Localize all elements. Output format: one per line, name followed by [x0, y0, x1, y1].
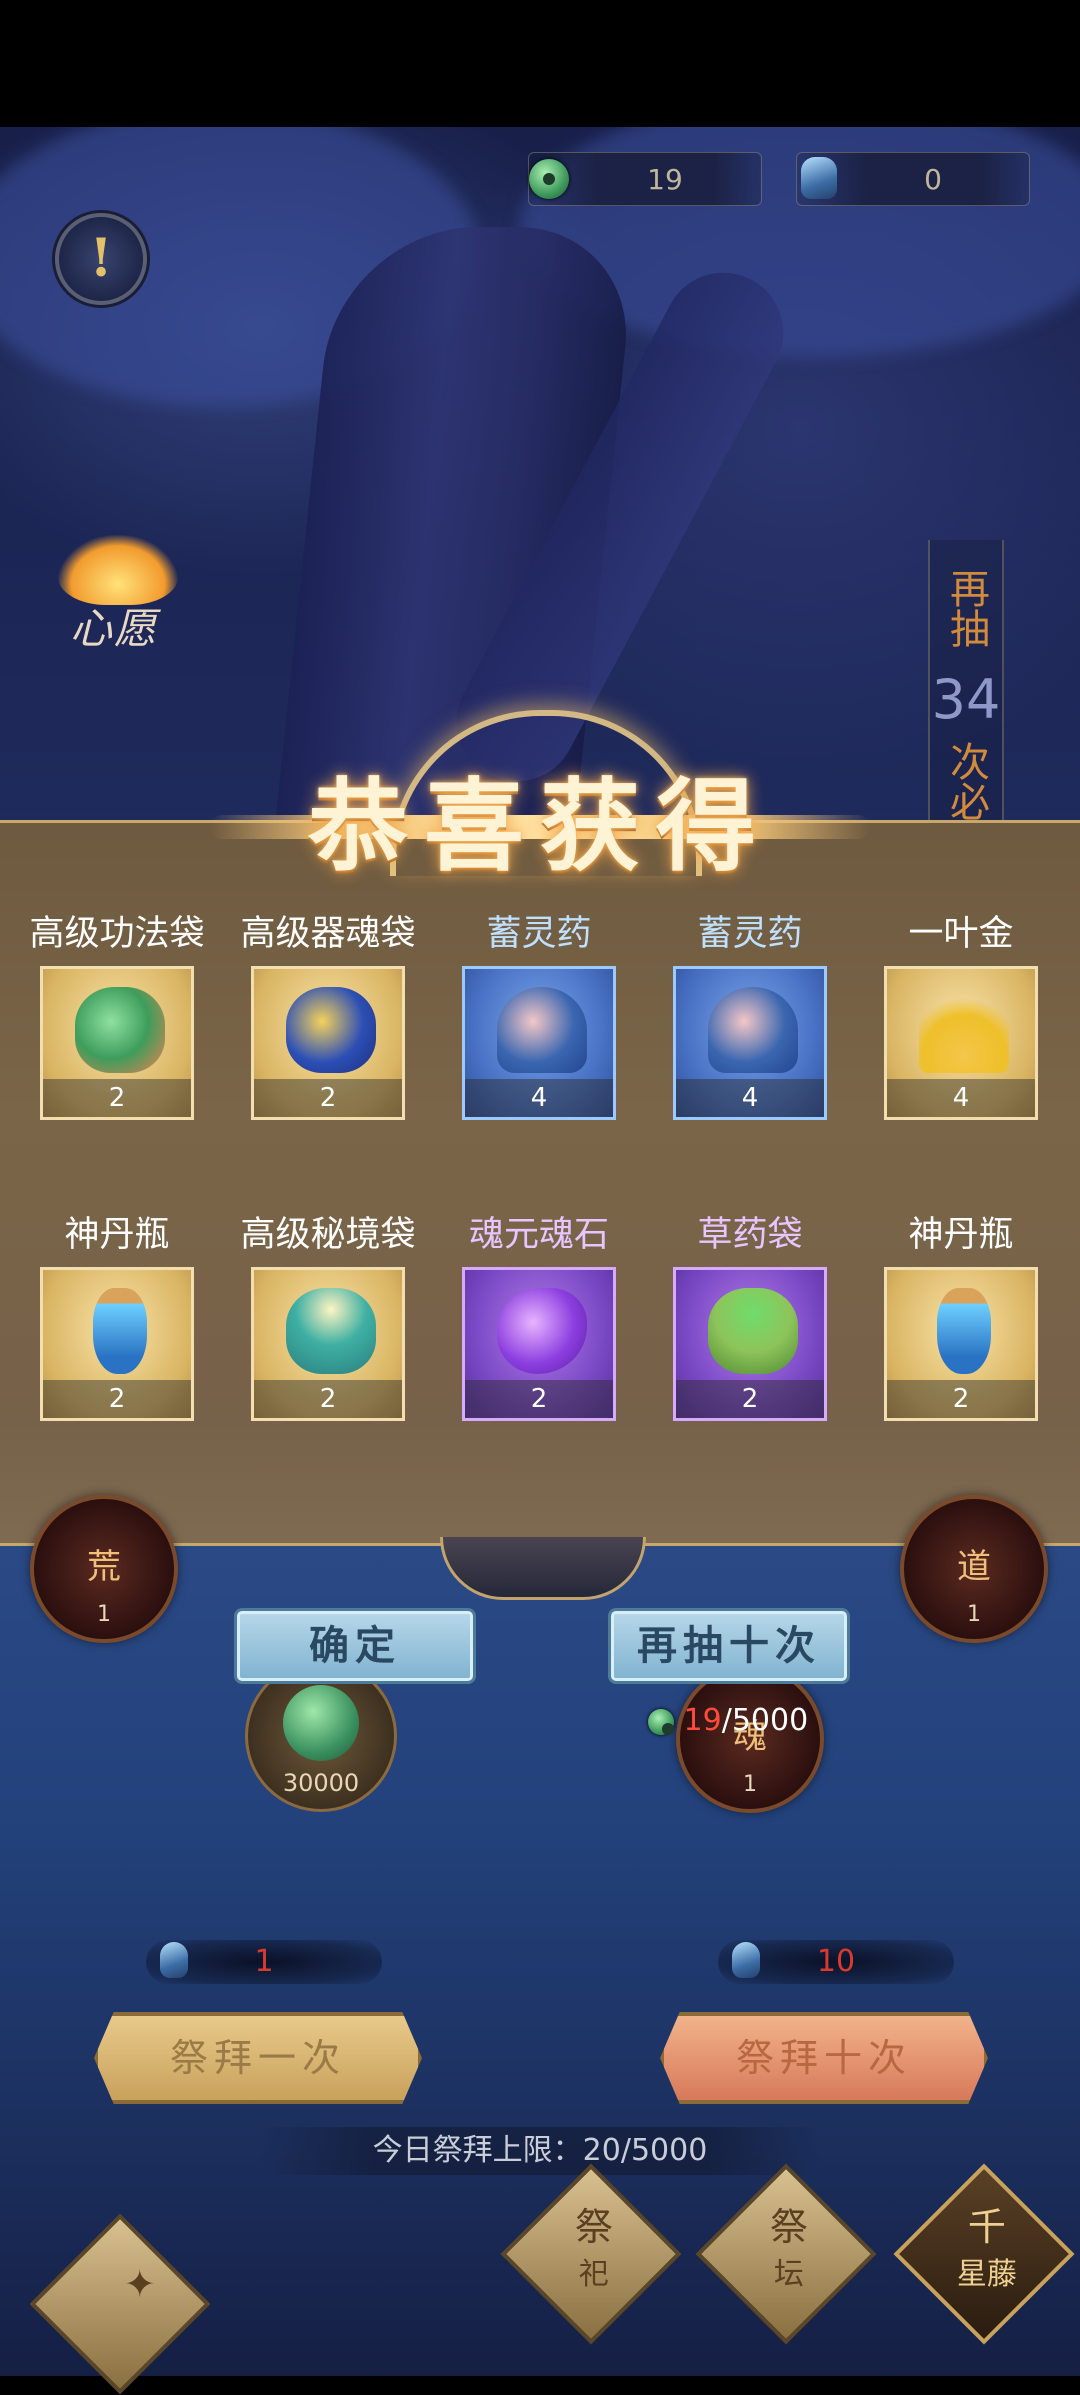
- cost-need: /5000: [721, 1703, 809, 1738]
- reward-count: 4: [887, 1079, 1035, 1117]
- reward-item-name: 蓄灵药: [697, 914, 803, 954]
- worship-ten-button[interactable]: 祭拜十次: [660, 2012, 988, 2104]
- reward-item[interactable]: 蓄灵药 4: [449, 912, 629, 1120]
- reward-card: 4: [673, 966, 827, 1120]
- reward-count: 2: [43, 1079, 191, 1117]
- elixir-flask-icon: [937, 1288, 991, 1374]
- reward-item[interactable]: 草药袋 2: [660, 1213, 840, 1421]
- reward-item-name: 高级秘境袋: [240, 1215, 416, 1255]
- technique-bag-icon: [75, 987, 165, 1073]
- bottle-currency-value: 0: [924, 163, 942, 196]
- reward-card: 2: [40, 966, 194, 1120]
- daily-limit-text: 今日祭拜上限：20/5000: [372, 2133, 708, 2168]
- reward-count: 4: [676, 1079, 824, 1117]
- cost-have: 19: [683, 1703, 722, 1738]
- reward-count: 2: [676, 1380, 824, 1418]
- pity-count: 34: [931, 668, 1001, 731]
- reward-item[interactable]: 蓄灵药 4: [660, 912, 840, 1120]
- reward-count: 2: [887, 1380, 1035, 1418]
- artifact-soul-bag-icon: [286, 987, 376, 1073]
- jade-coin-icon: [283, 1685, 359, 1761]
- soul-stone-icon: [497, 1288, 587, 1374]
- worship-once-cost-value: 1: [254, 1944, 274, 1979]
- elixir-flask-icon: [93, 1288, 147, 1374]
- reward-item[interactable]: 高级功法袋 2: [27, 912, 207, 1120]
- daily-limit-bar: 今日祭拜上限：20/5000: [260, 2127, 820, 2175]
- confirm-button[interactable]: 确定: [234, 1608, 476, 1684]
- pity-text-top: 再抽: [943, 568, 989, 648]
- orb-label: 荒: [87, 1547, 121, 1587]
- center-portrait: [440, 1537, 646, 1600]
- worship-once-cost: 1: [146, 1940, 382, 1984]
- spirit-potion-icon: [708, 987, 798, 1073]
- jade-currency-value: 19: [647, 163, 683, 196]
- reward-card: 2: [884, 1267, 1038, 1421]
- spirit-bottle-icon: [160, 1942, 188, 1978]
- reward-count: 2: [43, 1380, 191, 1418]
- jade-coin-icon: [529, 159, 569, 199]
- orb-count: 1: [743, 1772, 757, 1797]
- bottle-currency-pill: 0: [796, 152, 1030, 206]
- orb-huang[interactable]: 荒 1: [30, 1495, 178, 1643]
- reward-item[interactable]: 神丹瓶 2: [27, 1213, 207, 1421]
- ginkgo-leaf-icon: [919, 987, 1009, 1073]
- wish-button[interactable]: 心愿: [48, 525, 188, 655]
- worship-ten-cost: 10: [718, 1940, 954, 1984]
- reward-card: 2: [40, 1267, 194, 1421]
- reward-count: 4: [465, 1079, 613, 1117]
- reward-item[interactable]: 高级器魂袋 2: [238, 912, 418, 1120]
- reward-item-name: 草药袋: [697, 1215, 803, 1255]
- reward-card: 2: [673, 1267, 827, 1421]
- herb-bag-icon: [708, 1288, 798, 1374]
- orb-dao[interactable]: 道 1: [900, 1495, 1048, 1643]
- nav-altar-label: 祭坛: [769, 2205, 808, 2293]
- reward-item-name: 高级功法袋: [29, 914, 205, 954]
- spirit-bottle-icon: [801, 157, 837, 199]
- reward-item[interactable]: 魂元魂石 2: [449, 1213, 629, 1421]
- jade-orb-count: 30000: [282, 1769, 360, 1797]
- reward-item-name: 一叶金: [908, 914, 1014, 954]
- reward-card: 2: [462, 1267, 616, 1421]
- jade-currency-pill: 19: [528, 152, 762, 206]
- reward-item-name: 神丹瓶: [908, 1215, 1014, 1255]
- spirit-bottle-icon: [732, 1942, 760, 1978]
- reward-card: 4: [884, 966, 1038, 1120]
- worship-once-button[interactable]: 祭拜一次: [94, 2012, 422, 2104]
- reward-card: 2: [251, 966, 405, 1120]
- reward-item-name: 蓄灵药: [486, 914, 592, 954]
- reward-count: 2: [254, 1380, 402, 1418]
- cloud-icon: ✦: [123, 2262, 156, 2307]
- reward-item[interactable]: 一叶金 4: [871, 912, 1051, 1120]
- wish-label: 心愿: [70, 604, 159, 653]
- reward-item[interactable]: 神丹瓶 2: [871, 1213, 1051, 1421]
- orb-count: 1: [97, 1602, 111, 1627]
- reward-title: 恭喜获得: [308, 767, 772, 885]
- reward-card: 2: [251, 1267, 405, 1421]
- info-button[interactable]: !: [55, 213, 147, 305]
- orb-count: 1: [967, 1602, 981, 1627]
- orb-label: 道: [957, 1547, 991, 1587]
- draw-ten-again-button[interactable]: 再抽十次: [608, 1608, 850, 1684]
- reward-item-name: 高级器魂袋: [240, 914, 416, 954]
- status-bar-area: [0, 0, 1080, 127]
- nav-star-vine-label: 千星藤: [956, 2205, 1017, 2293]
- jade-coin-icon: [648, 1708, 674, 1735]
- reward-item[interactable]: 高级秘境袋 2: [238, 1213, 418, 1421]
- reward-card: 4: [462, 966, 616, 1120]
- reward-item-name: 神丹瓶: [64, 1215, 170, 1255]
- spirit-potion-icon: [497, 987, 587, 1073]
- realm-bag-icon: [286, 1288, 376, 1374]
- nav-sacrifice-label: 祭祀: [574, 2205, 613, 2293]
- draw-cost: 19/5000: [648, 1703, 808, 1738]
- orb-soul[interactable]: 魂 1: [676, 1665, 824, 1813]
- reward-item-name: 魂元魂石: [468, 1215, 609, 1255]
- reward-count: 2: [465, 1380, 613, 1418]
- worship-ten-cost-value: 10: [816, 1944, 856, 1979]
- reward-count: 2: [254, 1079, 402, 1117]
